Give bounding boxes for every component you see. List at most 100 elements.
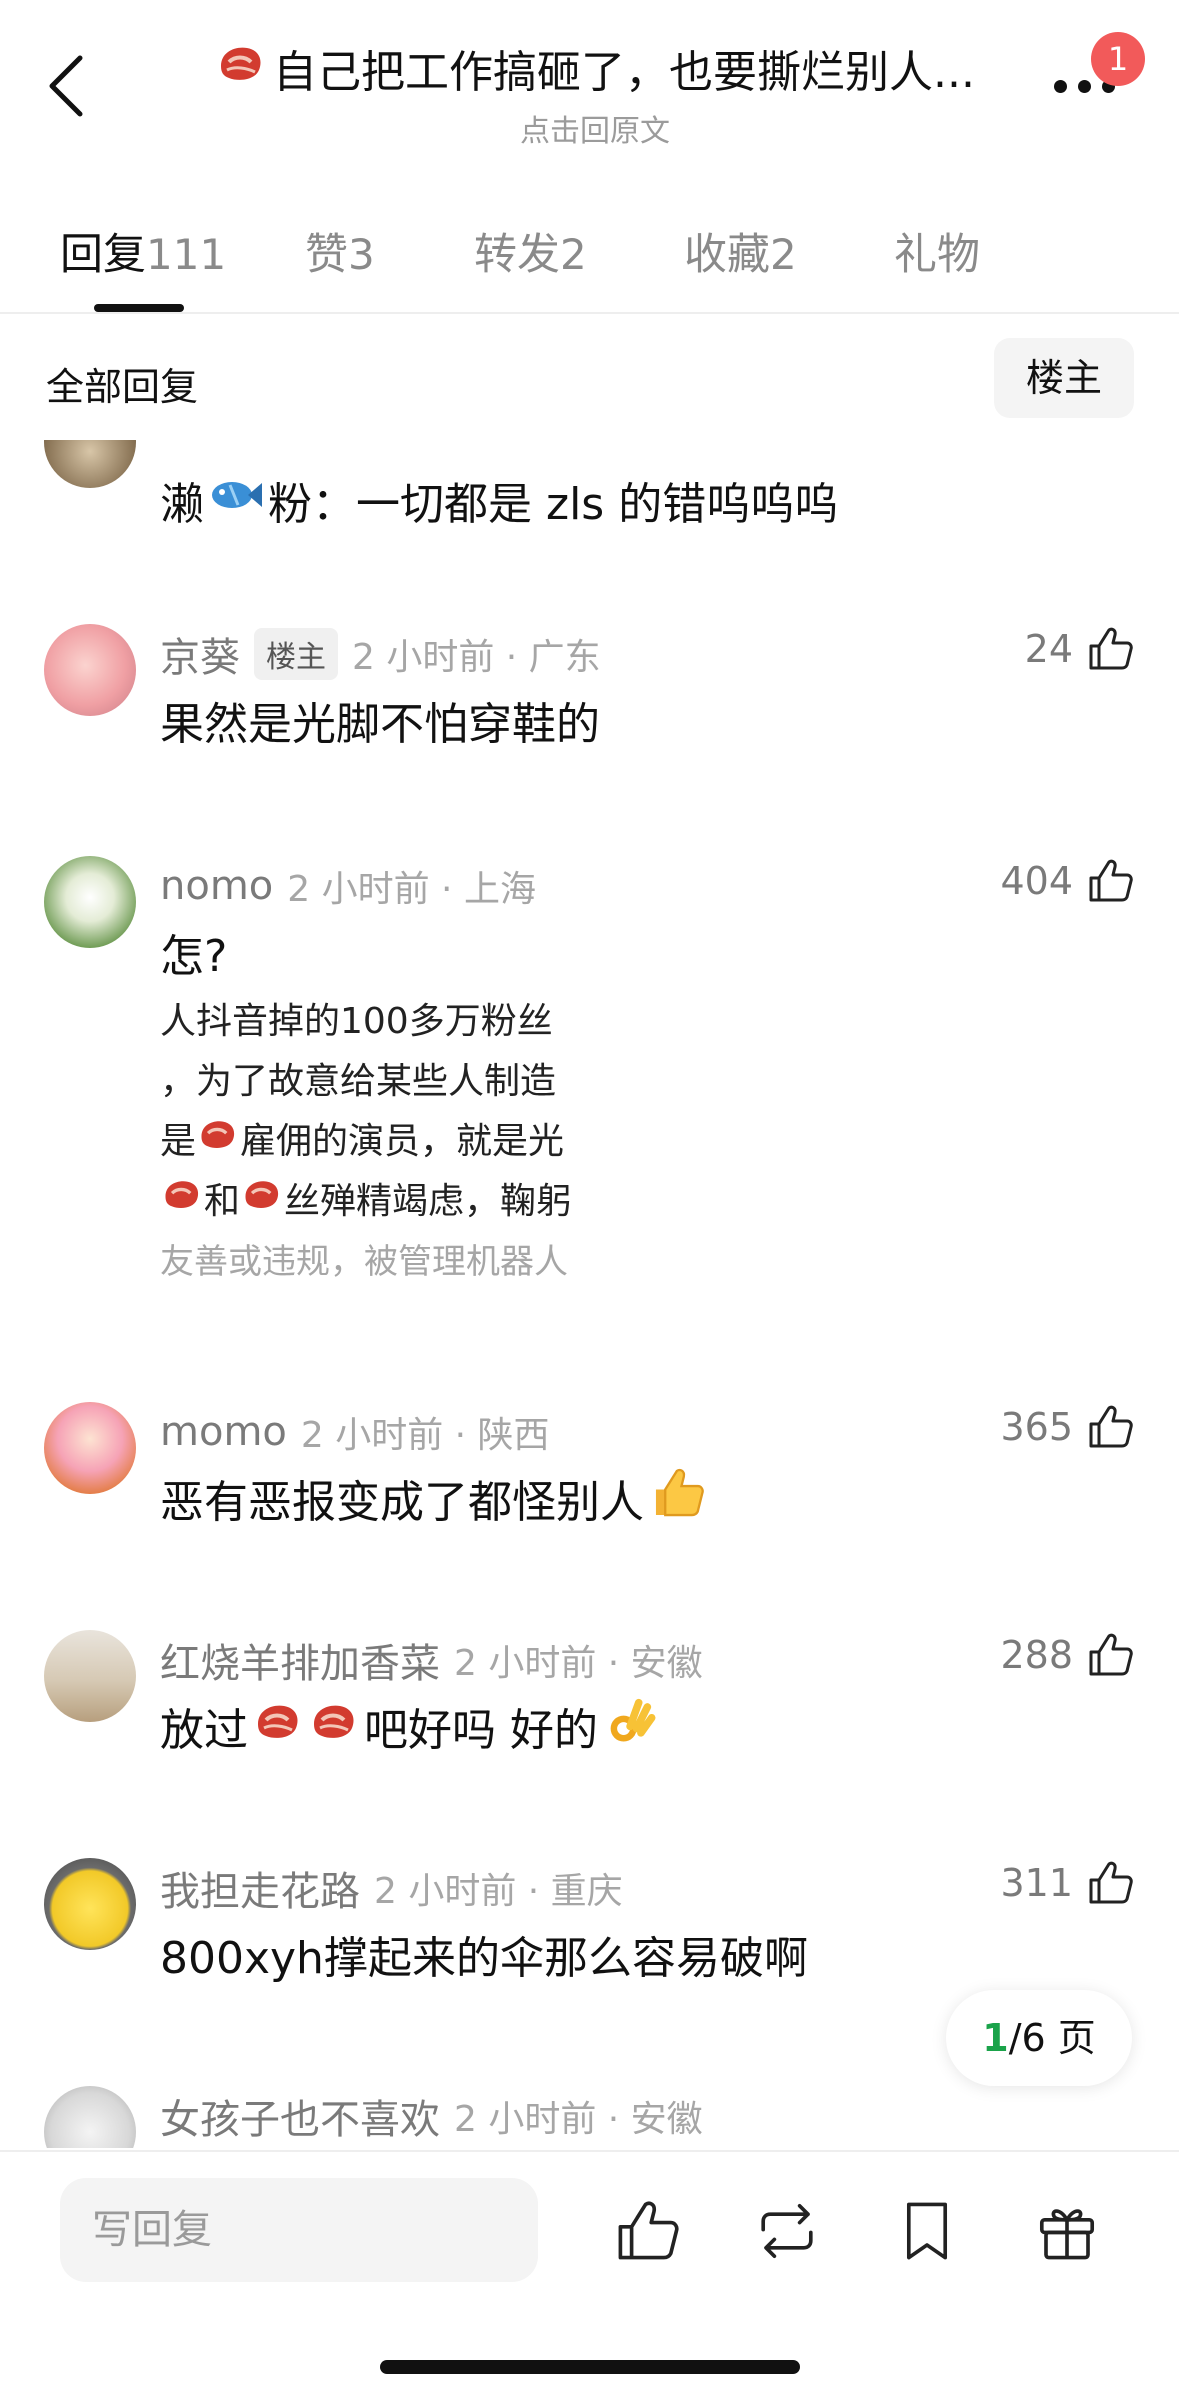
username[interactable]: 京葵 xyxy=(160,625,240,683)
tab-count: 3 xyxy=(348,230,375,279)
like-button[interactable]: 311 xyxy=(1000,1858,1135,1908)
comment-time-location: 2 小时前 · 安徽 xyxy=(454,1643,703,1684)
tab-likes[interactable]: 赞3 xyxy=(305,220,375,282)
steak-emoji-icon xyxy=(308,1698,360,1755)
steak-emoji-icon xyxy=(252,1698,304,1755)
quote-text: 丝殚精竭虑，鞠躬 xyxy=(284,1181,573,1222)
tab-label: 转发 xyxy=(474,230,560,280)
back-button[interactable] xyxy=(40,46,94,126)
top-nav-bar: 自己把工作搞砸了，也要撕烂别人... 点击回原文 1 xyxy=(0,0,1179,160)
tab-bar: 回复111 赞3 转发2 收藏2 礼物 xyxy=(0,210,1179,314)
like-button[interactable]: 404 xyxy=(1000,856,1135,906)
page-indicator[interactable]: 1/6 页 xyxy=(946,1990,1132,2086)
quoted-text-block[interactable]: 人抖音掉的100多万粉丝 ，为了故意给某些人制造 是 雇佣的演员，就是光 和 丝… xyxy=(160,992,598,1292)
thumbs-up-emoji-icon xyxy=(648,1464,708,1533)
like-button[interactable]: 24 xyxy=(1025,624,1135,674)
like-button[interactable]: 365 xyxy=(1000,1402,1135,1452)
tab-favorites[interactable]: 收藏2 xyxy=(684,220,797,282)
thumbs-up-icon xyxy=(618,2201,679,2260)
avatar[interactable] xyxy=(44,856,136,948)
owner-badge: 楼主 xyxy=(254,628,338,680)
current-page: 1 xyxy=(982,2016,1009,2060)
quote-text: 雇佣的演员，就是光 xyxy=(240,1121,565,1162)
steak-emoji-icon xyxy=(240,1172,284,1232)
home-indicator xyxy=(380,2360,800,2374)
avatar[interactable] xyxy=(44,440,136,488)
owner-only-button[interactable]: 楼主 xyxy=(994,338,1134,418)
avatar[interactable] xyxy=(44,2086,136,2148)
tab-label: 赞 xyxy=(305,230,348,280)
comment-text: 怎? xyxy=(160,931,228,982)
comment-list: 濑 粉：一切都是 zls 的错呜呜呜 京葵 楼主 2 小时前 · 广东 24 果… xyxy=(0,440,1179,2148)
username[interactable]: 我担走花路 xyxy=(160,1859,360,1917)
all-replies-label[interactable]: 全部回复 xyxy=(46,356,198,411)
thumbs-up-icon xyxy=(1089,1633,1133,1676)
thumbs-up-icon xyxy=(1089,1861,1133,1904)
avatar[interactable] xyxy=(44,1858,136,1950)
comment-time-location: 2 小时前 · 陕西 xyxy=(300,1415,550,1456)
like-count: 288 xyxy=(1000,1633,1073,1677)
comment-time-location: 2 小时前 · 广东 xyxy=(352,637,601,678)
post-title-area[interactable]: 自己把工作搞砸了，也要撕烂别人... 点击回原文 xyxy=(195,36,995,150)
tab-label: 回复 xyxy=(60,230,146,280)
tab-reposts[interactable]: 转发2 xyxy=(474,220,587,282)
repost-icon xyxy=(761,2203,813,2259)
comment-time-location: 2 小时前 · 重庆 xyxy=(374,1871,623,1912)
comment-time-location: 2 小时前 · 安徽 xyxy=(454,2099,703,2140)
like-button[interactable]: 288 xyxy=(1000,1630,1135,1680)
like-count: 24 xyxy=(1024,627,1073,671)
steak-emoji-icon xyxy=(196,1112,240,1172)
like-count: 404 xyxy=(1000,859,1073,903)
back-to-original-link[interactable]: 点击回原文 xyxy=(195,106,995,150)
comment-time-location: 2 小时前 · 上海 xyxy=(287,869,536,910)
username[interactable]: momo xyxy=(160,1409,287,1455)
thumbs-up-icon xyxy=(1089,859,1133,902)
avatar[interactable] xyxy=(44,624,136,716)
comment-text: 吧好吗 好的 xyxy=(364,1705,598,1756)
avatar[interactable] xyxy=(44,1630,136,1722)
quote-line: 人抖音掉的100多万粉丝 xyxy=(160,1001,553,1042)
username[interactable]: 红烧羊排加香菜 xyxy=(160,1631,440,1689)
username[interactable]: 女孩子也不喜欢 xyxy=(160,2087,440,2145)
comment-text: 粉：一切都是 zls 的错呜呜呜 xyxy=(268,479,839,530)
back-arrow-icon xyxy=(49,55,83,117)
comments-page: 自己把工作搞砸了，也要撕烂别人... 点击回原文 1 回复111 赞3 转发2 … xyxy=(0,0,1179,2402)
steak-emoji-icon xyxy=(215,40,267,97)
quote-text: 是 xyxy=(160,1121,197,1162)
more-dot-icon xyxy=(1078,80,1091,93)
thumbs-up-icon xyxy=(1089,627,1133,670)
steak-emoji-icon xyxy=(160,1172,204,1232)
post-title: 自己把工作搞砸了，也要撕烂别人... xyxy=(273,47,975,98)
avatar[interactable] xyxy=(44,1402,136,1494)
like-post-button[interactable] xyxy=(612,2196,682,2266)
quote-line: ，为了故意给某些人制造 xyxy=(160,1061,557,1102)
active-tab-indicator xyxy=(94,304,184,312)
notification-badge: 1 xyxy=(1091,32,1145,86)
tab-replies[interactable]: 回复111 xyxy=(60,220,226,282)
tab-count: 111 xyxy=(146,230,227,279)
comment-text: 果然是光脚不怕穿鞋的 xyxy=(160,699,600,750)
more-dot-icon xyxy=(1054,80,1067,93)
reply-input[interactable]: 写回复 xyxy=(60,2178,538,2282)
comment-text: 800xyh撑起来的伞那么容易破啊 xyxy=(160,1933,808,1984)
tab-count: 2 xyxy=(560,230,587,279)
thumbs-up-icon xyxy=(1089,1405,1133,1448)
tab-gifts[interactable]: 礼物 xyxy=(894,220,980,282)
comment-text: 恶有恶报变成了都怪别人 xyxy=(160,1477,644,1528)
quote-text: 和 xyxy=(204,1181,241,1222)
comment-content: 放过 吧好吗 好的 xyxy=(160,1696,656,1756)
username[interactable]: nomo xyxy=(160,863,273,909)
gift-icon xyxy=(1039,2209,1095,2260)
repost-button[interactable] xyxy=(752,2196,822,2266)
total-pages: /6 页 xyxy=(1008,2016,1096,2060)
comment-text: 放过 xyxy=(160,1705,248,1756)
ok-hand-emoji-icon xyxy=(602,1694,656,1759)
fish-emoji-icon xyxy=(208,475,264,526)
like-count: 365 xyxy=(1000,1405,1073,1449)
like-count: 311 xyxy=(1000,1861,1073,1905)
gift-button[interactable] xyxy=(1032,2196,1102,2266)
bookmark-button[interactable] xyxy=(892,2196,962,2266)
quote-line: 和 丝殚精竭虑，鞠躬 xyxy=(160,1172,598,1232)
quote-line: 是 雇佣的演员，就是光 xyxy=(160,1112,598,1172)
moderation-note: 友善或违规，被管理机器人 xyxy=(160,1242,568,1282)
